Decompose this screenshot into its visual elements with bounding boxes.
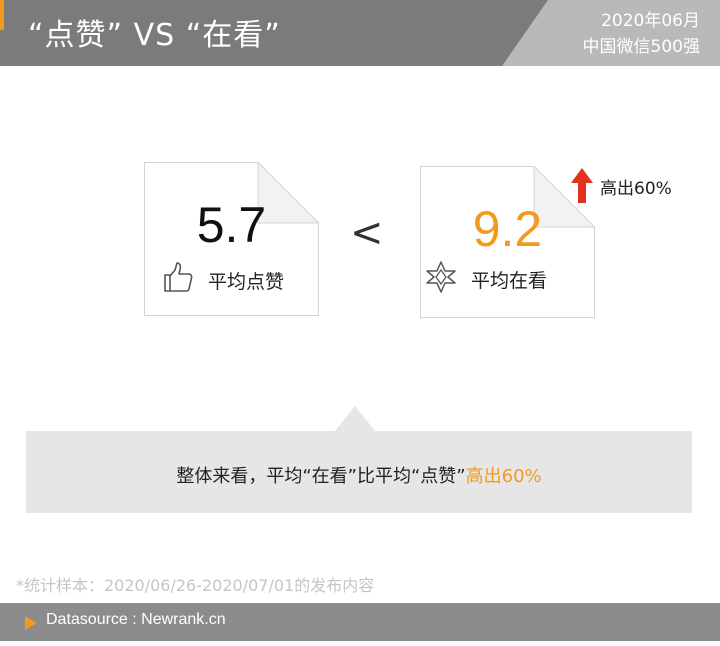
summary-prefix: 整体来看，平均“在看”比平均“点赞” (176, 466, 466, 487)
thumbs-up-icon (164, 262, 193, 292)
datasource-label: Datasource : Newrank.cn (46, 611, 226, 628)
header-date: 2020年06月 (601, 11, 700, 31)
header-subtitle: 中国微信500强 (582, 37, 700, 57)
increase-label: 高出60% (600, 179, 672, 199)
footer-bar: Datasource : Newrank.cn (0, 603, 720, 641)
summary-box: 整体来看，平均“在看”比平均“点赞”高出60% (26, 431, 692, 513)
footnote: *统计样本：2020/06/26-2020/07/01的发布内容 (16, 576, 375, 595)
like-card: 5.7 平均点赞 (144, 162, 319, 316)
like-label: 平均点赞 (208, 271, 285, 293)
less-than-sign: < (350, 210, 384, 256)
summary-highlight: 高出60% (465, 466, 542, 487)
page-title: “点赞” VS “在看” (28, 18, 281, 53)
watch-value: 9.2 (472, 201, 543, 257)
arrow-up-icon (571, 168, 593, 203)
summary-text: 整体来看，平均“在看”比平均“点赞”高出60% (26, 462, 692, 488)
header-banner: “点赞” VS “在看” 2020年06月 中国微信500强 (0, 0, 720, 66)
header-date-block: 2020年06月 中国微信500强 (583, 8, 700, 60)
like-value: 5.7 (196, 197, 267, 253)
watch-label: 平均在看 (471, 270, 548, 292)
play-triangle-icon (25, 616, 37, 630)
star-icon (426, 261, 456, 293)
summary-pointer (334, 406, 376, 432)
watch-card: 9.2 平均在看 (420, 166, 595, 318)
